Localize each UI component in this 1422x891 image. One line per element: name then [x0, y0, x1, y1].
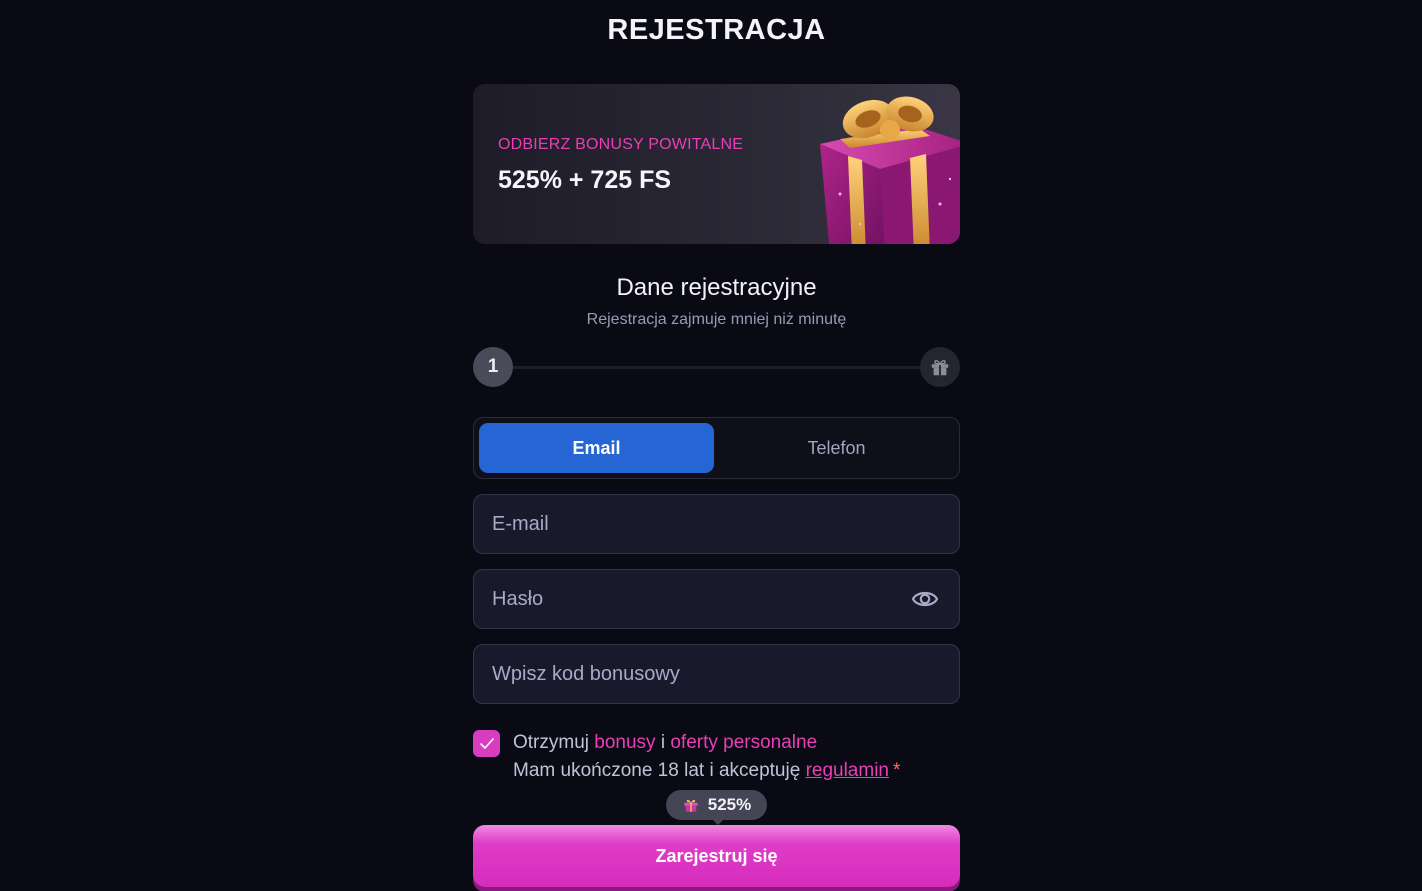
- bonus-code-input[interactable]: [474, 645, 959, 703]
- step-indicator-reward: [920, 347, 960, 387]
- consent-terms-line: Mam ukończone 18 lat i akceptuję regulam…: [513, 760, 900, 782]
- banner-bonus-value: 525% + 725 FS: [498, 166, 672, 194]
- page-title: REJESTRACJA: [607, 14, 826, 46]
- gift-icon: [684, 799, 698, 812]
- password-field-wrapper: [473, 569, 960, 629]
- bonus-tooltip-badge: 525%: [666, 790, 767, 820]
- bonus-tooltip-arrow: [711, 818, 725, 825]
- bonuses-link[interactable]: bonusy: [594, 732, 655, 753]
- consent-offers-line: Otrzymuj bonusy i oferty personalne: [513, 732, 817, 754]
- bonus-badge-value: 525%: [707, 795, 752, 814]
- required-marker: *: [893, 760, 901, 781]
- consent-checkbox[interactable]: [473, 730, 500, 757]
- terms-link[interactable]: regulamin: [806, 760, 889, 781]
- tab-phone[interactable]: Telefon: [719, 423, 954, 473]
- consent-offers-mid: i: [655, 732, 671, 753]
- signup-method-tabs: Email Telefon: [473, 417, 960, 479]
- check-icon: [479, 737, 494, 749]
- form-title: Dane rejestracyjne: [616, 274, 817, 301]
- welcome-bonus-banner: ODBIERZ BONUSY POWITALNE 525% + 725 FS: [473, 84, 960, 244]
- registration-stepper: 1: [473, 347, 960, 387]
- tab-email[interactable]: Email: [479, 423, 714, 473]
- form-subtitle: Rejestracja zajmuje mniej niż minutę: [586, 311, 847, 328]
- email-field-wrapper: [473, 494, 960, 554]
- consent-offers-prefix: Otrzymuj: [513, 732, 595, 753]
- consent-terms-prefix: Mam ukończone 18 lat i akceptuję: [513, 760, 806, 781]
- eye-icon[interactable]: [911, 587, 939, 611]
- gift-icon: [931, 359, 949, 376]
- step-indicator-current: 1: [473, 347, 513, 387]
- stepper-progress-line: [511, 366, 922, 369]
- banner-eyebrow: ODBIERZ BONUSY POWITALNE: [498, 136, 744, 153]
- register-button[interactable]: Zarejestruj się: [473, 825, 960, 887]
- bonus-code-field-wrapper: [473, 644, 960, 704]
- personal-offers-link[interactable]: oferty personalne: [670, 732, 817, 753]
- email-input[interactable]: [474, 495, 959, 553]
- gift-box-illustration: [820, 96, 960, 244]
- password-input[interactable]: [474, 570, 959, 628]
